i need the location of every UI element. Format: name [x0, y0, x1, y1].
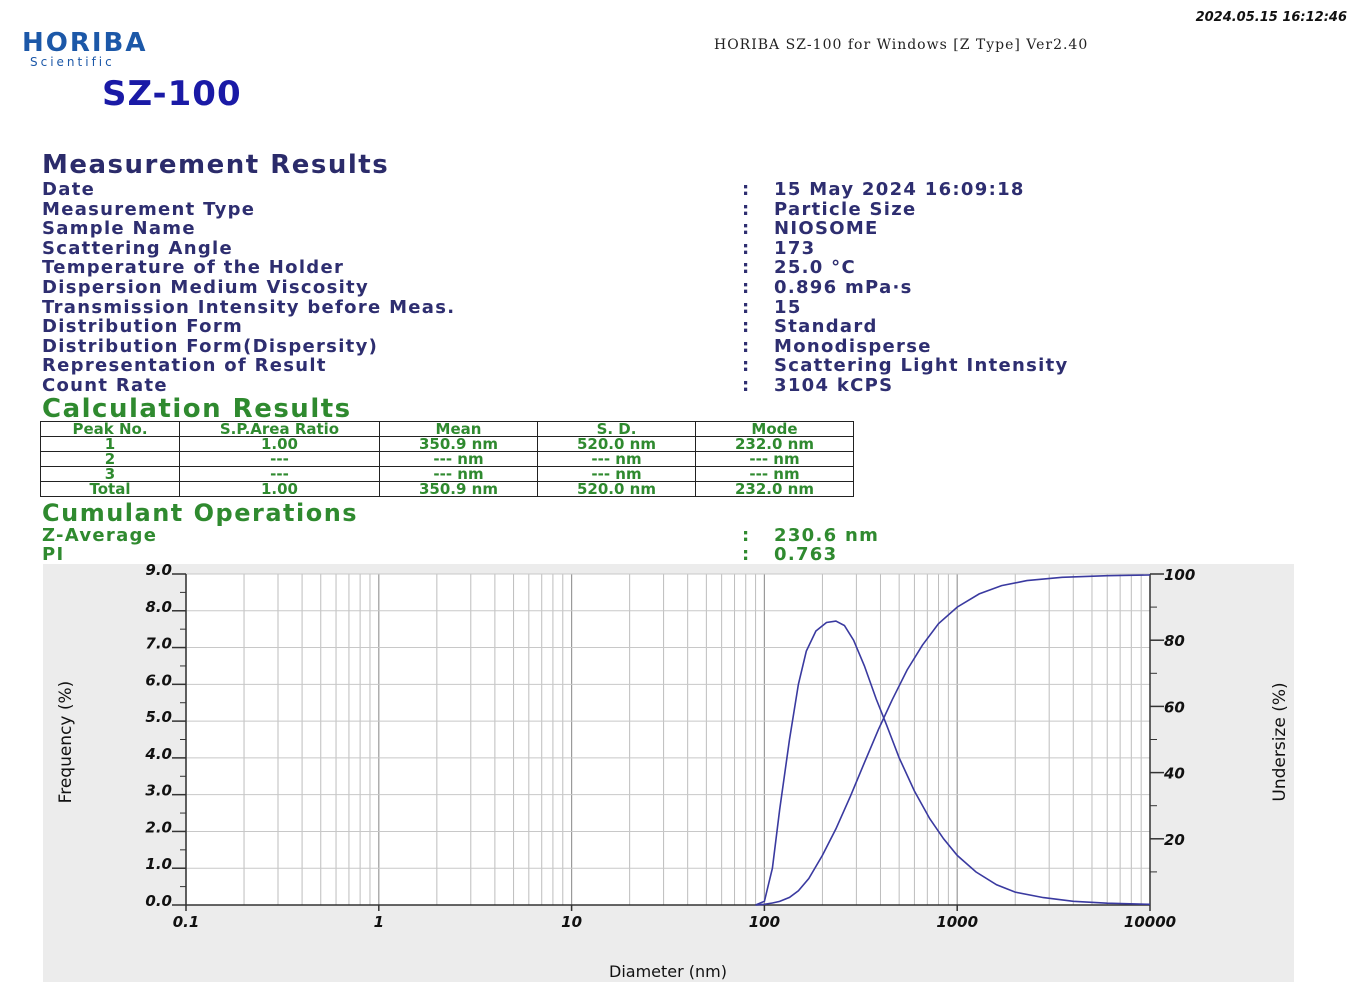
y2-tick-label: 40 [1163, 765, 1185, 783]
separator-colon: : [742, 375, 750, 396]
software-version: HORIBA SZ-100 for Windows [Z Type] Ver2.… [714, 37, 1089, 53]
measurement-info-value: 15 May 2024 16:09:18 [774, 179, 1025, 200]
z-average-value: 230.6 nm [774, 525, 880, 546]
separator-colon: : [742, 257, 750, 278]
separator-colon: : [742, 525, 750, 546]
separator-colon: : [742, 238, 750, 259]
measurement-info-value: 3104 kCPS [774, 375, 894, 396]
measurement-info-label: Scattering Angle [42, 238, 234, 259]
measurement-info-value: 25.0 °C [774, 257, 856, 278]
measurement-info-value: 15 [774, 297, 802, 318]
measurement-info-label: Count Rate [42, 375, 168, 396]
y-tick-label: 2.0 [145, 818, 172, 836]
y2-axis-label: Undersize (%) [1270, 682, 1290, 801]
separator-colon: : [742, 199, 750, 220]
y-tick-label: 3.0 [145, 782, 172, 800]
y-axis-label: Frequency (%) [56, 681, 76, 804]
separator-colon: : [742, 316, 750, 337]
y-tick-label: 8.0 [145, 598, 172, 616]
y2-tick-label: 100 [1164, 566, 1195, 584]
table-total-row: Total 1.00 350.9 nm 520.0 nm 232.0 nm [40, 481, 854, 497]
y-tick-label: 5.0 [145, 708, 172, 726]
table-cell: 1.00 [179, 481, 380, 497]
measurement-info-label: Date [42, 179, 96, 200]
y-tick-label: 9.0 [145, 564, 172, 579]
measurement-info-label: Distribution Form [42, 316, 244, 337]
x-tick-label: 1000 [936, 913, 978, 931]
y2-tick-label: 60 [1164, 698, 1185, 716]
x-tick-label: 10000 [1124, 913, 1176, 931]
separator-colon: : [742, 179, 750, 200]
y-tick-label: 6.0 [145, 671, 172, 689]
table-cell: 350.9 nm [379, 481, 538, 497]
measurement-info-value: 173 [774, 238, 816, 259]
x-axis-label: Diameter (nm) [609, 962, 727, 981]
measurement-info-label: Sample Name [42, 218, 196, 239]
plot-area [186, 574, 1150, 905]
y-tick-label: 1.0 [145, 855, 172, 873]
table-cell: Total [40, 481, 180, 497]
separator-colon: : [742, 355, 750, 376]
x-tick-label: 1 [374, 913, 384, 931]
separator-colon: : [742, 277, 750, 298]
y-tick-label: 7.0 [145, 635, 172, 653]
table-cell: 232.0 nm [695, 481, 854, 497]
x-tick-label: 0.1 [173, 913, 200, 931]
pi-value: 0.763 [774, 544, 838, 565]
y-tick-label: 4.0 [144, 745, 172, 763]
horiba-logo: HORIBA Scientific [22, 30, 148, 68]
measurement-info-label: Measurement Type [42, 199, 256, 220]
x-tick-label: 100 [749, 913, 780, 931]
z-average-label: Z-Average [42, 525, 158, 546]
measurement-info-value: 0.896 mPa·s [774, 277, 913, 298]
measurement-info-value: Scattering Light Intensity [774, 355, 1069, 376]
measurement-results-heading: Measurement Results [42, 150, 390, 180]
y2-tick-label: 20 [1164, 831, 1185, 849]
size-distribution-chart: 0.0 1.0 2.0 3.0 4.0 5.0 6.0 7.0 8.0 9.0 20 40 60 80 10… [43, 561, 1294, 982]
logo-wordmark: HORIBA [22, 28, 148, 58]
separator-colon: : [742, 297, 750, 318]
measurement-info-value: Monodisperse [774, 336, 932, 357]
print-timestamp: 2024.05.15 16:12:46 [1195, 10, 1347, 25]
cumulant-operations-heading: Cumulant Operations [42, 499, 359, 527]
separator-colon: : [742, 218, 750, 239]
table-cell: 520.0 nm [537, 481, 696, 497]
measurement-info-label: Dispersion Medium Viscosity [42, 277, 369, 298]
instrument-model: SZ-100 [102, 74, 242, 114]
chart-canvas: 0.01.02.03.04.05.06.07.08.09.02040608010… [56, 561, 1290, 981]
measurement-info-label: Representation of Result [42, 355, 327, 376]
pi-label: PI [42, 544, 65, 565]
calculation-results-table: Peak No. S.P.Area Ratio Mean S. D. Mode … [40, 421, 854, 497]
measurement-info-label: Temperature of the Holder [42, 257, 345, 278]
measurement-info-value: NIOSOME [774, 218, 879, 239]
x-tick-label: 10 [561, 913, 582, 931]
measurement-info-label: Distribution Form(Dispersity) [42, 336, 379, 357]
y-tick-label: 0.0 [145, 892, 172, 910]
y2-tick-label: 80 [1164, 632, 1185, 650]
measurement-info-label: Transmission Intensity before Meas. [42, 297, 456, 318]
measurement-info-value: Standard [774, 316, 878, 337]
separator-colon: : [742, 336, 750, 357]
measurement-info-value: Particle Size [774, 199, 917, 220]
separator-colon: : [742, 544, 750, 565]
